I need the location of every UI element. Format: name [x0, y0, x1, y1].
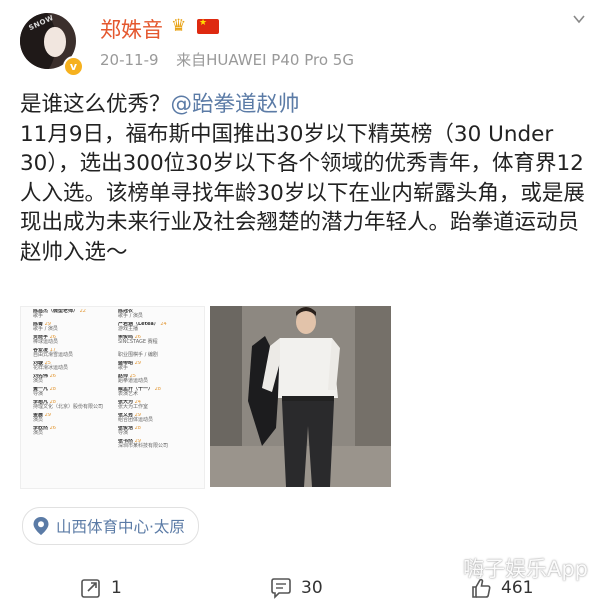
list-entry-age: 26 — [49, 373, 56, 379]
post-text-body: 11月9日，福布斯中国推出30岁以下精英榜（30 Under 30），选出300… — [20, 121, 585, 265]
china-flag-icon[interactable]: ★ — [197, 18, 219, 34]
list-column-left: 陈昌杰（微型老师） 22 歌手 陈菁 29 歌手 / 演员 贾晓宇 26 棒球运动员 谷爱凌… — [33, 307, 117, 437]
repost-count: 1 — [111, 578, 122, 598]
man-photo-illustration — [210, 306, 391, 487]
mention-link[interactable]: @跆拳道赵帅 — [171, 92, 300, 117]
list-entry: 李想凡 28 持理文化（北京）股份有限公司 — [33, 400, 117, 412]
list-entry: 赵帅 25 跆拳道运动员 — [118, 374, 202, 386]
list-entry-desc: 职业围棋手 / 编剧 — [118, 352, 158, 358]
repost-button[interactable]: 1 — [80, 576, 122, 600]
list-entry: 余俊鸣 26 SINCSTAGE 赛程 — [118, 335, 202, 347]
list-entry-age: 22 — [79, 308, 86, 314]
list-entry: 黄一凡 28 导演 — [33, 387, 117, 399]
list-entry: 刘璇 25 花样滑冰运动员 — [33, 361, 117, 373]
repost-icon — [81, 579, 100, 598]
list-entry-desc: 表演艺术 — [118, 391, 139, 397]
list-entry-desc: 歌手 / 演员 — [33, 326, 58, 332]
list-entry: 金晨 29 演员 — [33, 413, 117, 425]
comment-count: 30 — [301, 578, 323, 598]
comment-icon — [271, 578, 291, 599]
list-entry-desc: 跆拳道运动员 — [118, 378, 149, 384]
list-entry-desc: 组合团体运动员 — [118, 417, 154, 423]
verified-badge-icon: v — [63, 56, 84, 77]
list-entry-desc: 自由式滑雪运动员 — [33, 352, 74, 358]
list-entry: 陈冠农 歌手 / 演员 — [118, 309, 202, 321]
list-entry-age: 28 — [134, 425, 141, 431]
post-image-list[interactable]: 陈昌杰（微型老师） 22 歌手 陈菁 29 歌手 / 演员 贾晓宇 26 棒球运动员 谷爱凌… — [20, 306, 205, 489]
list-entry-desc: 歌手 / 演员 — [118, 313, 143, 319]
list-entry-desc: 张大为工作室 — [118, 404, 149, 410]
like-button[interactable]: 461 — [470, 576, 533, 600]
list-entry-desc: 导演 — [118, 430, 129, 436]
location-chip[interactable]: 山西体育中心·太原 — [22, 507, 199, 545]
crown-icon[interactable]: ♛ — [171, 17, 191, 35]
thumbs-up-icon — [472, 578, 491, 598]
list-entry: 威孟开（十一） 28 表演艺术 — [118, 387, 202, 399]
list-entry: 张文秀 29 组合团体运动员 — [118, 413, 202, 425]
list-entry-desc: 演员 — [33, 417, 44, 423]
list-entry: 刘先伟 26 演员 — [33, 374, 117, 386]
post-text: 是谁这么优秀？@跆拳道赵帅 11月9日，福布斯中国推出30岁以下精英榜（30 U… — [20, 90, 590, 267]
location-pin-icon — [33, 517, 49, 535]
list-entry-age: 24 — [160, 321, 167, 327]
list-entry-desc: 持理文化（北京）股份有限公司 — [33, 404, 104, 410]
list-entry-desc: 花样滑冰运动员 — [33, 365, 69, 371]
list-entry-age: 28 — [49, 386, 56, 392]
post-timestamp: 20-11-9 — [100, 51, 159, 69]
list-entry: 张大为 24 张大为工作室 — [118, 400, 202, 412]
list-entry: 盛帝昭 29 歌手 — [118, 361, 202, 373]
list-entry: 贾晓宇 26 棒球运动员 — [33, 335, 117, 347]
list-entry: 严若涵（Letea） 24 游戏主播 — [118, 322, 202, 334]
list-entry-age: 28 — [154, 386, 161, 392]
list-entry-desc: 歌手 — [33, 313, 44, 319]
list-entry-age: 26 — [49, 425, 56, 431]
list-entry-age: 29 — [134, 360, 141, 366]
list-entry-desc: 演员 — [33, 430, 44, 436]
list-entry-desc: 棒球运动员 — [33, 339, 59, 345]
post-image-photo[interactable] — [210, 306, 391, 487]
list-entry: 谷爱凌 17 自由式滑雪运动员 — [33, 348, 117, 360]
list-entry-desc: 演员 — [33, 378, 44, 384]
like-count: 461 — [501, 578, 534, 598]
username[interactable]: 郑姝音 — [100, 14, 163, 44]
list-entry: 职业围棋手 / 编剧 — [118, 348, 202, 360]
post-source: 来自HUAWEI P40 Pro 5G — [176, 51, 354, 69]
list-entry-desc: 歌手 — [118, 365, 129, 371]
list-entry: 陈昌杰（微型老师） 22 歌手 — [33, 309, 117, 321]
post-meta: 20-11-9 来自HUAWEI P40 Pro 5G — [100, 49, 354, 70]
chevron-down-icon[interactable] — [572, 12, 586, 26]
list-entry-age: 29 — [44, 412, 51, 418]
location-label: 山西体育中心·太原 — [56, 518, 185, 536]
post-text-lead: 是谁这么优秀？ — [20, 92, 171, 117]
list-entry: 陈菁 29 歌手 / 演员 — [33, 322, 117, 334]
list-entry-desc: 游戏主播 — [118, 326, 139, 332]
list-entry: 张俊浩 28 导演 — [118, 426, 202, 438]
list-entry: 张书然 29 深圳市某科技有限公司 — [118, 439, 202, 451]
weibo-post: SNOW v 郑姝音 ♛ ★ 20-11-9 来自HUAWEI P40 Pro … — [0, 0, 600, 607]
list-entry: 李欣然 26 演员 — [33, 426, 117, 438]
list-column-right: 陈冠农 歌手 / 演员 严若涵（Letea） 24 游戏主播 余俊鸣 26 SINCST… — [118, 307, 202, 450]
list-entry-desc: 深圳市某科技有限公司 — [118, 443, 169, 449]
comment-button[interactable]: 30 — [270, 576, 323, 600]
list-entry-desc: SINCSTAGE 赛程 — [118, 339, 158, 345]
list-entry-desc: 导演 — [33, 391, 44, 397]
